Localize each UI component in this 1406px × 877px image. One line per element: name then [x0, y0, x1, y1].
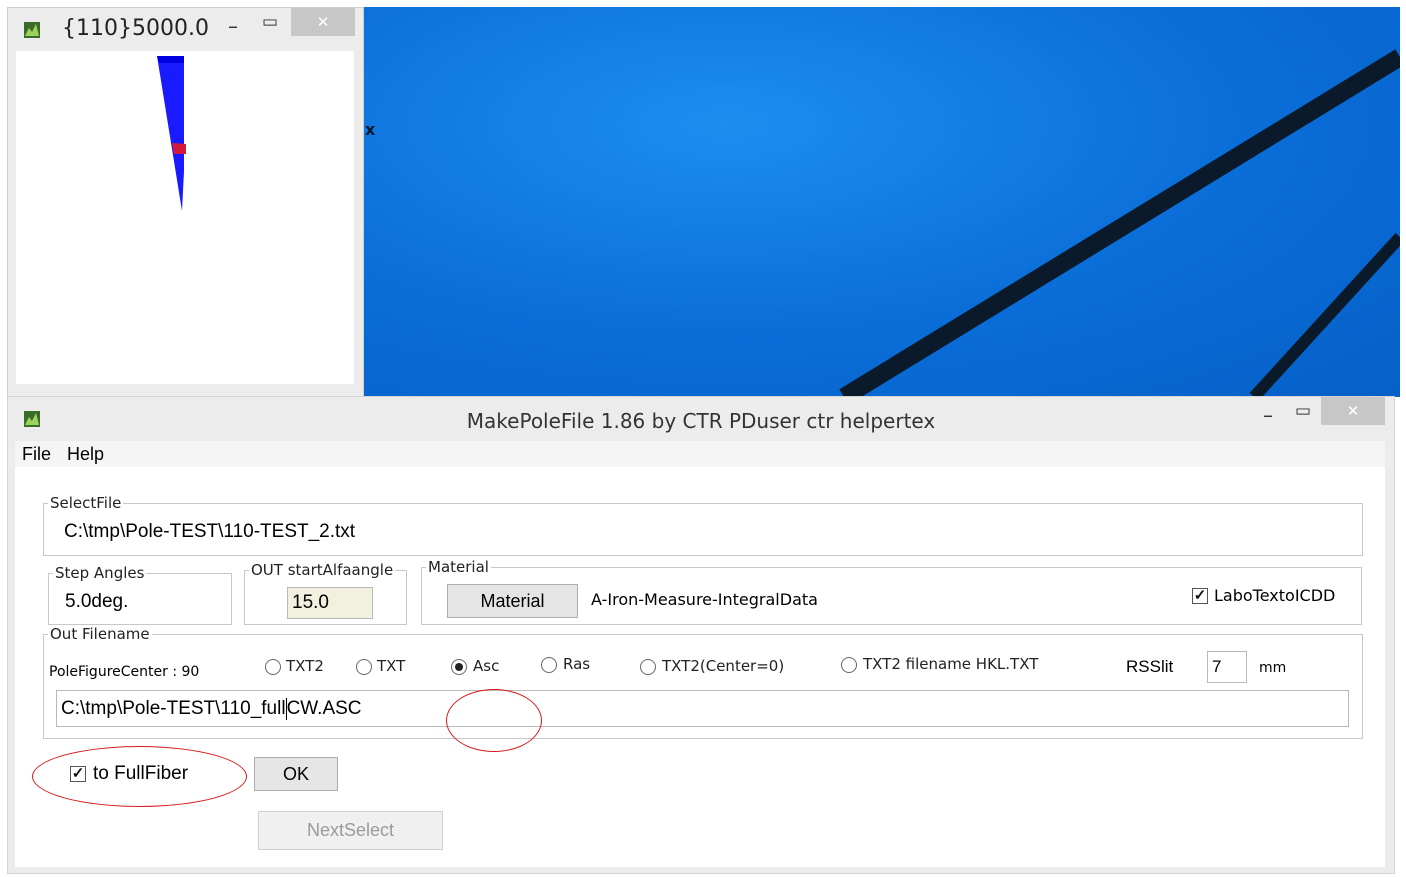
- out-filename-input[interactable]: C:\tmp\Pole-TEST\110_fullCW.ASC: [56, 690, 1349, 727]
- next-select-button[interactable]: NextSelect: [258, 811, 443, 850]
- labo-texto-icdd-checkbox[interactable]: ✓: [1192, 588, 1208, 604]
- radio-ras[interactable]: [541, 657, 557, 673]
- radio-txt2-center0[interactable]: [640, 659, 656, 675]
- radio-txt[interactable]: [356, 659, 372, 675]
- menu-bar: File Help: [15, 441, 1385, 468]
- radio-asc[interactable]: [451, 659, 467, 675]
- material-group: Material Material A-Iron-Measure-Integra…: [421, 558, 1362, 625]
- pole-figure-plot: [157, 56, 186, 211]
- radio-txt2-label: TXT2: [286, 657, 324, 675]
- radio-txt2-center0-label: TXT2(Center=0): [662, 657, 785, 675]
- pole-wedge-top: [157, 56, 184, 63]
- dialog-titlebar[interactable]: MakePoleFile 1.86 by CTR PDuser ctr help…: [8, 397, 1394, 439]
- pole-figure-title: {110}5000.0: [62, 16, 209, 41]
- radio-txt2[interactable]: [265, 659, 281, 675]
- out-filename-group: Out Filename PoleFigureCenter : 90 TXT2 …: [43, 625, 1363, 739]
- pole-figure-window[interactable]: {110}5000.0 – ▭ ✕: [7, 7, 364, 397]
- material-button[interactable]: Material: [447, 584, 578, 618]
- maximize-button[interactable]: ▭: [257, 12, 283, 32]
- out-filename-text-before-cursor: C:\tmp\Pole-TEST\110_full: [61, 698, 286, 719]
- step-angles-group: Step Angles 5.0deg.: [48, 564, 232, 625]
- maximize-button[interactable]: ▭: [1290, 401, 1316, 421]
- dialog-client-area: SelectFile C:\tmp\Pole-TEST\110-TEST_2.t…: [15, 467, 1385, 867]
- close-button[interactable]: ✕: [291, 8, 355, 36]
- app-icon: [24, 22, 40, 38]
- wallpaper-lines: [839, 49, 1400, 397]
- menu-help[interactable]: Help: [67, 444, 104, 465]
- desktop-background: x: [364, 7, 1400, 397]
- ok-button[interactable]: OK: [254, 757, 338, 791]
- radio-txt-label: TXT: [377, 657, 406, 675]
- dialog-title: MakePoleFile 1.86 by CTR PDuser ctr help…: [466, 409, 936, 433]
- material-name: A-Iron-Measure-IntegralData: [591, 590, 818, 609]
- select-file-group: SelectFile C:\tmp\Pole-TEST\110-TEST_2.t…: [43, 494, 1363, 556]
- out-start-alfaangle-input[interactable]: 15.0: [287, 587, 373, 619]
- pole-wedge-marker: [172, 143, 186, 154]
- pole-figure-canvas: [16, 51, 354, 384]
- annotation-circle-asc: [446, 689, 542, 752]
- radio-ras-label: Ras: [563, 655, 591, 673]
- select-file-path: C:\tmp\Pole-TEST\110-TEST_2.txt: [64, 521, 356, 542]
- desktop-stray-mark: x: [365, 120, 376, 139]
- radio-txt2-filename[interactable]: [841, 657, 857, 673]
- select-file-legend: SelectFile: [48, 494, 124, 512]
- out-start-alfaangle-legend: OUT startAlfaangle: [249, 561, 396, 579]
- out-start-alfaangle-group: OUT startAlfaangle 15.0: [244, 561, 407, 625]
- close-button[interactable]: ✕: [1321, 397, 1385, 425]
- radio-txt2-filename-label: TXT2 filename HKL.TXT: [863, 655, 1039, 673]
- rsslit-input[interactable]: 7: [1207, 651, 1247, 683]
- radio-asc-label: Asc: [473, 657, 500, 675]
- step-angles-value: 5.0deg.: [65, 591, 129, 612]
- rsslit-unit: mm: [1259, 660, 1287, 676]
- menu-file[interactable]: File: [22, 444, 51, 465]
- out-filename-text-after-cursor: CW.ASC: [286, 698, 362, 719]
- pole-wedge: [157, 56, 184, 211]
- minimize-button[interactable]: –: [220, 14, 246, 38]
- pole-figure-titlebar[interactable]: {110}5000.0 – ▭ ✕: [8, 8, 363, 48]
- step-angles-legend: Step Angles: [53, 564, 147, 582]
- material-legend: Material: [426, 558, 491, 576]
- make-pole-file-dialog[interactable]: MakePoleFile 1.86 by CTR PDuser ctr help…: [7, 396, 1395, 874]
- out-filename-legend: Out Filename: [48, 625, 152, 643]
- labo-texto-icdd-label: LaboTextoICDD: [1214, 586, 1336, 605]
- pole-figure-center-label: PoleFigureCenter : 90: [49, 664, 200, 680]
- minimize-button[interactable]: –: [1255, 403, 1281, 427]
- wallpaper-line-2: [1249, 232, 1400, 397]
- wallpaper-line-1: [839, 49, 1400, 397]
- rsslit-label: RSSlit: [1126, 657, 1174, 676]
- annotation-circle-full-fiber: [32, 746, 247, 807]
